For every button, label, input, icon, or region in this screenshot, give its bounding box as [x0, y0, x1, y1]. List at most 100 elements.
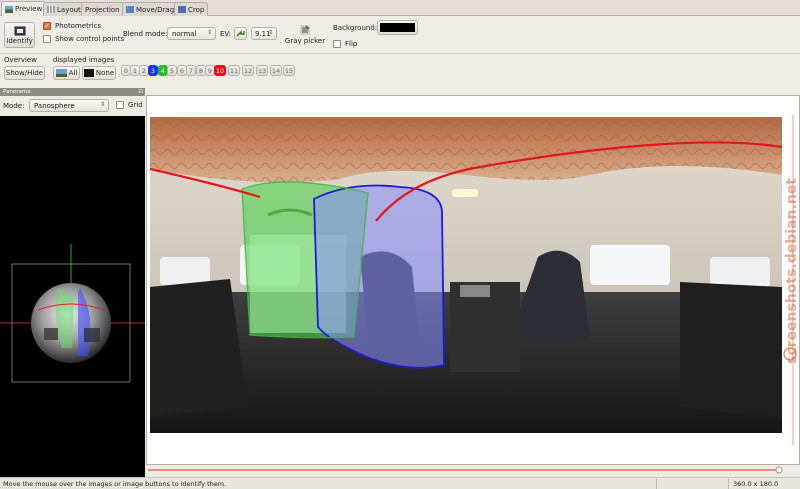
overview-label: Overview — [4, 56, 37, 64]
tab-label: Move/Drag — [136, 5, 175, 14]
tab-label: Crop — [188, 5, 205, 14]
color-picker-icon — [300, 24, 310, 35]
ev-apply-button[interactable] — [234, 27, 247, 40]
image-button-3[interactable]: 3 — [148, 65, 158, 76]
display-controls-row: Overview Show/Hide displayed images All … — [0, 54, 800, 88]
no-images-icon — [83, 69, 94, 77]
panel-close-icon[interactable]: ⊡ — [138, 88, 143, 96]
tab-preview[interactable]: Preview — [1, 1, 47, 16]
image-button-label: 7 — [188, 66, 194, 75]
image-button-13[interactable]: 13 — [256, 65, 268, 76]
all-images-icon — [55, 69, 67, 77]
identify-icon — [14, 26, 25, 35]
hscroll-track — [148, 466, 783, 474]
grid-checkbox[interactable]: Grid — [116, 101, 143, 109]
layout-icon — [47, 6, 55, 13]
image-button-label: 1 — [132, 66, 138, 75]
image-button-7[interactable]: 7 — [186, 65, 196, 76]
tab-label: Projection — [85, 5, 120, 14]
field-of-view: 360.0 x 180.0 — [733, 480, 779, 488]
image-button-label: 9 — [207, 66, 213, 75]
flip-check-box[interactable] — [333, 40, 341, 48]
panel-title-text: Panorama — [3, 89, 31, 95]
image-button-label: 8 — [198, 66, 204, 75]
photometrics-label: Photometrics — [55, 22, 102, 30]
overview-panel-title: Panorama ⊡ — [0, 88, 145, 96]
image-button-label: 14 — [271, 66, 281, 75]
identify-button[interactable]: Identify — [4, 22, 35, 48]
image-button-label: 2 — [141, 66, 147, 75]
tab-bar: Preview Layout Projection Move/Drag Crop — [0, 0, 800, 16]
move-drag-icon — [126, 6, 134, 13]
ev-label: EV: — [220, 30, 231, 38]
blend-mode-value: normal — [172, 29, 197, 38]
image-button-label: 15 — [284, 66, 294, 75]
tab-label: Layout — [57, 5, 81, 14]
show-control-points-check-box[interactable] — [43, 35, 51, 43]
image-button-label: 11 — [229, 66, 239, 75]
preview-toolbar: Identify ✓ Photometrics Show control poi… — [0, 16, 800, 54]
image-button-14[interactable]: 14 — [270, 65, 282, 76]
gray-picker-button[interactable]: Gray picker — [283, 20, 327, 49]
image-button-label: 5 — [169, 66, 175, 75]
show-control-points-checkbox[interactable]: Show control points — [43, 35, 124, 43]
mode-label: Mode: — [3, 102, 25, 110]
blend-mode-label: Blend mode: — [123, 30, 168, 38]
watermark-text: screenshots.debian.net — [784, 178, 800, 364]
background-color-button[interactable] — [377, 20, 418, 35]
preview-icon — [5, 5, 13, 13]
watermark: screenshots.debian.net — [780, 130, 800, 370]
panosphere-preview — [0, 244, 145, 383]
flip-label: Flip — [345, 40, 358, 48]
tab-crop[interactable]: Crop — [174, 2, 209, 16]
blend-mode-select[interactable]: normal ⇕ — [167, 27, 216, 40]
horizontal-scrollbar[interactable] — [146, 465, 800, 477]
tab-projection[interactable]: Projection — [81, 2, 124, 16]
identify-label: Identify — [6, 36, 33, 45]
image-button-label: 10 — [215, 66, 225, 75]
none-label: None — [95, 69, 115, 77]
background-label: Background: — [333, 24, 378, 32]
show-hide-button[interactable]: Show/Hide — [4, 66, 45, 80]
panorama-image — [150, 117, 782, 433]
flip-checkbox[interactable]: Flip — [333, 40, 357, 48]
image-button-label: 0 — [123, 66, 129, 75]
image-button-12[interactable]: 12 — [242, 65, 254, 76]
no-images-button[interactable]: None — [82, 66, 116, 80]
spinner-arrows-icon: ⇕ — [267, 29, 273, 36]
chevron-updown-icon: ⇕ — [206, 29, 212, 36]
overview-canvas[interactable] — [0, 116, 145, 477]
all-label: All — [68, 69, 78, 77]
crop-icon — [178, 6, 186, 13]
mode-select[interactable]: Panosphere ⇕ — [29, 99, 109, 112]
all-images-button[interactable]: All — [53, 66, 80, 80]
chevron-updown-icon: ⇕ — [99, 101, 105, 108]
preview-canvas[interactable] — [146, 95, 800, 465]
grid-check-box[interactable] — [116, 101, 124, 109]
image-button-11[interactable]: 11 — [228, 65, 240, 76]
tab-layout[interactable]: Layout — [43, 2, 85, 16]
image-button-5[interactable]: 5 — [167, 65, 177, 76]
image-button-10[interactable]: 10 — [214, 65, 226, 76]
image-button-label: 13 — [257, 66, 267, 75]
status-message: Move the mouse over the images or image … — [3, 480, 227, 488]
ev-spinner[interactable]: 9.11 ⇕ — [251, 27, 277, 40]
show-control-points-label: Show control points — [55, 35, 125, 43]
image-button-15[interactable]: 15 — [283, 65, 295, 76]
photometrics-check-box[interactable]: ✓ — [43, 22, 51, 30]
show-hide-label: Show/Hide — [5, 69, 44, 77]
photometrics-checkbox[interactable]: ✓ Photometrics — [43, 22, 101, 30]
overview-panel: Panorama ⊡ Mode: Panosphere ⇕ Grid — [0, 88, 145, 477]
grid-label: Grid — [128, 101, 143, 109]
mode-value: Panosphere — [34, 101, 75, 110]
background-color-swatch — [380, 23, 415, 32]
tab-label: Preview — [15, 5, 43, 13]
image-button-label: 12 — [243, 66, 253, 75]
status-separator — [656, 479, 657, 489]
image-button-label: 3 — [150, 66, 156, 75]
tab-move-drag[interactable]: Move/Drag — [122, 2, 179, 16]
status-bar: Move the mouse over the images or image … — [0, 477, 800, 489]
image-button-label: 4 — [160, 66, 166, 75]
gray-picker-label: Gray picker — [284, 36, 326, 45]
image-button-label: 6 — [179, 66, 185, 75]
